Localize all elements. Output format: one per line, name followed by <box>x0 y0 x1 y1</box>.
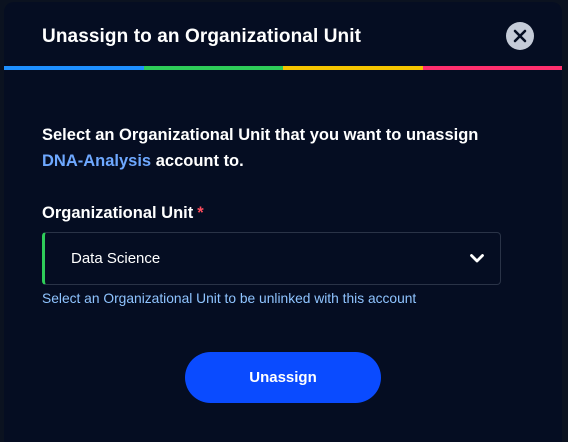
unassign-button[interactable]: Unassign <box>185 352 381 403</box>
close-button[interactable] <box>506 22 534 50</box>
field-label-text: Organizational Unit <box>42 204 194 222</box>
organizational-unit-select[interactable]: Data Science <box>42 232 501 285</box>
accent-segment <box>4 66 144 70</box>
helper-text: Select an Organizational Unit to be unli… <box>42 291 417 306</box>
required-asterisk: * <box>197 204 204 222</box>
unassign-modal: Unassign to an Organizational Unit Selec… <box>4 2 562 442</box>
header-accent-bar <box>4 66 562 70</box>
prompt-end: account to. <box>155 152 244 170</box>
chevron-down-icon <box>470 254 484 263</box>
modal-header: Unassign to an Organizational Unit <box>4 2 562 66</box>
account-name: DNA-Analysis <box>42 152 152 170</box>
prompt-text: Select an Organizational Unit that you w… <box>42 122 532 174</box>
accent-segment <box>422 66 562 70</box>
modal-title: Unassign to an Organizational Unit <box>42 26 362 47</box>
field-label: Organizational Unit * <box>42 204 204 223</box>
prompt-start: Select an Organizational Unit that you w… <box>42 126 479 144</box>
accent-segment <box>283 66 423 70</box>
accent-segment <box>143 66 283 70</box>
selected-value: Data Science <box>71 250 161 267</box>
close-icon <box>513 29 527 43</box>
